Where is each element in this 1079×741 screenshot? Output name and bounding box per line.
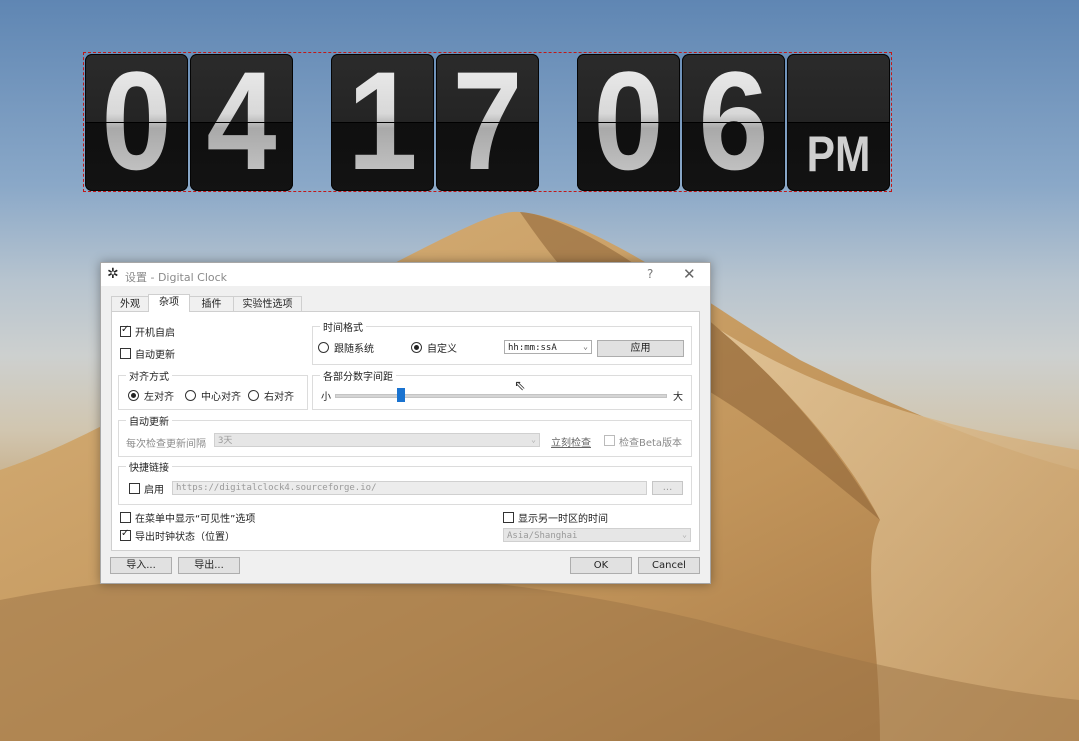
tab-plugins[interactable]: 插件 <box>189 296 234 312</box>
autostart-label: 开机自启 <box>135 328 175 339</box>
ok-button[interactable]: OK <box>570 557 632 574</box>
hour-tens-card: 0 <box>85 54 188 191</box>
import-button[interactable]: 导入... <box>110 557 172 574</box>
custom-format-radio[interactable] <box>411 342 422 353</box>
export-state-label: 导出时钟状态（位置） <box>135 532 235 543</box>
minute-ones-card: 7 <box>436 54 539 191</box>
second-ones-card: 6 <box>682 54 785 191</box>
tab-experimental[interactable]: 实验性选项 <box>233 296 302 312</box>
second-tens-card: 0 <box>577 54 680 191</box>
custom-format-label: 自定义 <box>427 344 457 355</box>
export-button[interactable]: 导出... <box>178 557 240 574</box>
spacing-min-label: 小 <box>321 392 331 403</box>
time-format-group: 时间格式 跟随系统 自定义 hh:mm:ssA ⌄ 应用 <box>312 319 692 365</box>
update-interval-label: 每次检查更新间隔 <box>126 439 206 450</box>
quicklink-group: 快捷链接 启用 https://digitalclock4.sourceforg… <box>118 459 692 505</box>
quicklink-enable-label: 启用 <box>144 485 164 496</box>
dialog-title: 设置 - Digital Clock <box>125 271 228 284</box>
quicklink-url-field[interactable]: https://digitalclock4.sourceforge.io/ <box>172 481 647 495</box>
misc-pane: 开机自启 自动更新 时间格式 跟随系统 自定义 hh:mm:ssA ⌄ 应用 对… <box>111 311 700 551</box>
update-group: 自动更新 每次检查更新间隔 3天 ⌄ 立刻检查 检查Beta版本 <box>118 413 692 457</box>
tab-appearance[interactable]: 外观 <box>111 296 149 312</box>
align-center-label: 中心对齐 <box>201 392 241 403</box>
update-interval-combo[interactable]: 3天 ⌄ <box>214 433 540 447</box>
follow-system-radio[interactable] <box>318 342 329 353</box>
check-now-link[interactable]: 立刻检查 <box>551 434 591 449</box>
help-button[interactable]: ? <box>647 267 653 281</box>
tab-misc[interactable]: 杂项 <box>148 294 190 312</box>
quicklink-browse-button[interactable]: ... <box>652 481 683 495</box>
spacing-max-label: 大 <box>673 392 683 403</box>
spacing-group: 各部分数字间距 小 大 <box>312 368 692 410</box>
spacing-slider-thumb[interactable] <box>397 388 405 402</box>
update-legend: 自动更新 <box>126 413 172 428</box>
alignment-group: 对齐方式 左对齐 中心对齐 右对齐 <box>118 368 308 410</box>
alignment-legend: 对齐方式 <box>126 368 172 383</box>
ampm-label: PM <box>806 126 871 182</box>
quicklink-legend: 快捷链接 <box>126 459 172 474</box>
align-right-label: 右对齐 <box>264 392 294 403</box>
export-state-checkbox[interactable] <box>120 528 131 541</box>
show-visibility-label: 在菜单中显示“可见性”选项 <box>135 514 256 525</box>
time-format-legend: 时间格式 <box>320 319 366 334</box>
settings-dialog: ✲ 设置 - Digital Clock ? ✕ 外观 杂项 插件 实验性选项 … <box>100 262 711 584</box>
chevron-down-icon: ⌄ <box>682 530 687 539</box>
update-interval-value: 3天 <box>218 436 233 446</box>
ampm-card: PM <box>787 54 890 191</box>
quicklink-enable-checkbox[interactable] <box>129 483 140 494</box>
align-left-radio[interactable] <box>128 390 139 401</box>
show-visibility-checkbox[interactable] <box>120 512 131 523</box>
autostart-checkbox[interactable] <box>120 324 131 337</box>
close-button[interactable]: ✕ <box>683 265 696 283</box>
align-left-label: 左对齐 <box>144 392 174 403</box>
apply-button[interactable]: 应用 <box>597 340 684 357</box>
beta-label: 检查Beta版本 <box>619 438 683 449</box>
flip-clock[interactable]: 0 4 1 7 0 6 PM <box>83 52 892 192</box>
spacing-slider-track[interactable] <box>335 394 667 398</box>
time-format-combo[interactable]: hh:mm:ssA ⌄ <box>504 340 592 354</box>
timezone-value: Asia/Shanghai <box>507 531 578 541</box>
cancel-button[interactable]: Cancel <box>638 557 700 574</box>
minute-tens-card: 1 <box>331 54 434 191</box>
autoupdate-label: 自动更新 <box>135 350 175 361</box>
timezone-combo[interactable]: Asia/Shanghai ⌄ <box>503 528 691 542</box>
align-right-radio[interactable] <box>248 390 259 401</box>
mouse-cursor-icon: ⇖ <box>514 378 526 394</box>
chevron-down-icon: ⌄ <box>583 342 588 351</box>
autoupdate-checkbox[interactable] <box>120 348 131 359</box>
other-timezone-checkbox[interactable] <box>503 512 514 523</box>
time-format-value: hh:mm:ssA <box>508 343 557 353</box>
beta-checkbox[interactable] <box>604 435 615 446</box>
dialog-titlebar[interactable]: ✲ 设置 - Digital Clock ? ✕ <box>101 263 710 286</box>
gear-icon: ✲ <box>107 266 119 282</box>
align-center-radio[interactable] <box>185 390 196 401</box>
follow-system-label: 跟随系统 <box>334 344 374 355</box>
chevron-down-icon: ⌄ <box>531 435 536 444</box>
other-timezone-label: 显示另一时区的时间 <box>518 514 608 525</box>
hour-ones-card: 4 <box>190 54 293 191</box>
spacing-legend: 各部分数字间距 <box>320 368 396 383</box>
